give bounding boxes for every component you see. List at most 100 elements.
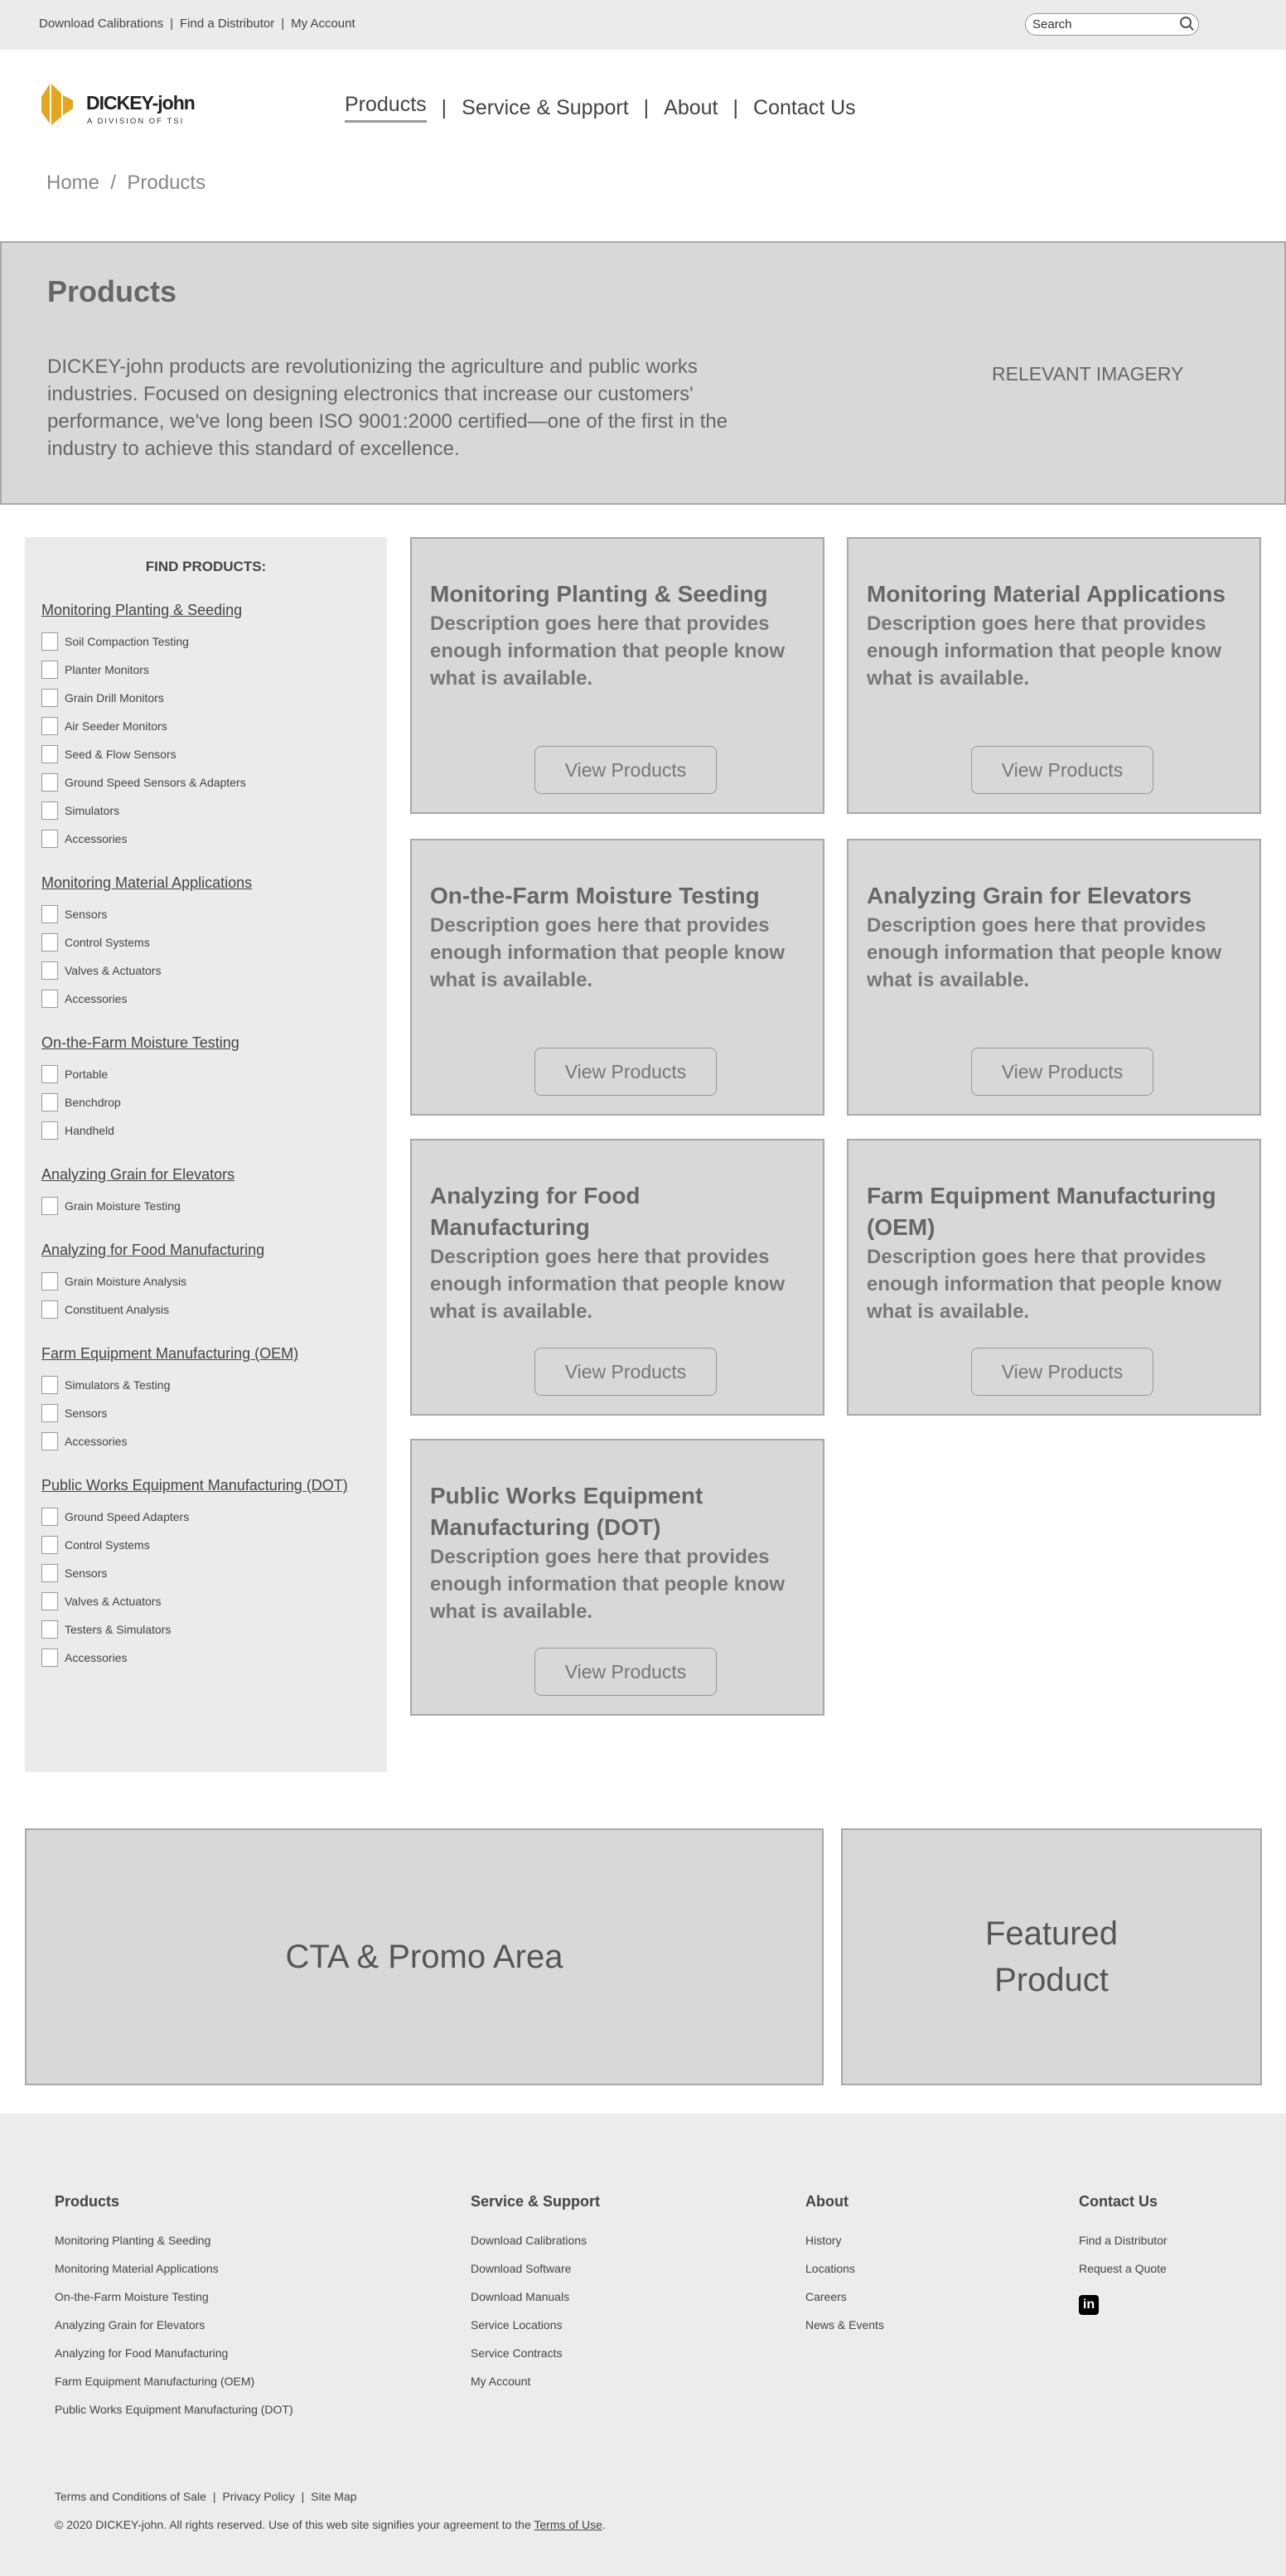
find-distributor-link[interactable]: Find a Distributor	[180, 17, 274, 31]
search-input[interactable]: Search	[1025, 13, 1199, 36]
checkbox[interactable]	[41, 1508, 58, 1526]
filter-checkbox-item[interactable]: Valves & Actuators	[41, 956, 370, 985]
checkbox[interactable]	[41, 1376, 58, 1394]
filter-section-title[interactable]: Analyzing for Food Manufacturing	[41, 1242, 370, 1259]
footer-link-text[interactable]: Service Locations	[471, 2318, 563, 2331]
filter-checkbox-item[interactable]: Soil Compaction Testing	[41, 627, 370, 656]
filter-checkbox-item[interactable]: Constituent Analysis	[41, 1295, 370, 1324]
checkbox[interactable]	[41, 1065, 58, 1083]
checkbox[interactable]	[41, 1197, 58, 1215]
checkbox[interactable]	[41, 1432, 58, 1450]
site-map-link[interactable]: Site Map	[311, 2490, 356, 2503]
filter-section-title[interactable]: Farm Equipment Manufacturing (OEM)	[41, 1345, 370, 1363]
checkbox[interactable]	[41, 1649, 58, 1667]
checkbox[interactable]	[41, 1300, 58, 1319]
checkbox[interactable]	[41, 745, 58, 763]
checkbox[interactable]	[41, 801, 58, 820]
filter-section-title[interactable]: On-the-Farm Moisture Testing	[41, 1034, 370, 1052]
checkbox[interactable]	[41, 961, 58, 980]
checkbox[interactable]	[41, 905, 58, 923]
filter-checkbox-item[interactable]: Seed & Flow Sensors	[41, 740, 370, 768]
footer-link-text[interactable]: My Account	[471, 2375, 530, 2388]
filter-checkbox-item[interactable]: Ground Speed Adapters	[41, 1503, 370, 1531]
filter-checkbox-item[interactable]: Handheld	[41, 1116, 370, 1145]
view-products-button[interactable]: View Products	[534, 1648, 717, 1696]
footer-link-text[interactable]: Find a Distributor	[1079, 2234, 1168, 2247]
footer-link-text[interactable]: Analyzing for Food Manufacturing	[55, 2346, 228, 2360]
filter-checkbox-item[interactable]: Accessories	[41, 1427, 370, 1455]
checkbox[interactable]	[41, 661, 58, 679]
view-products-button[interactable]: View Products	[534, 1348, 717, 1396]
filter-checkbox-item[interactable]: Accessories	[41, 1644, 370, 1672]
checkbox[interactable]	[41, 1404, 58, 1422]
nav-about[interactable]: About	[664, 96, 718, 120]
footer-link-text[interactable]: Download Calibrations	[471, 2234, 587, 2247]
filter-checkbox-item[interactable]: Simulators	[41, 797, 370, 825]
filter-checkbox-item[interactable]: Accessories	[41, 825, 370, 853]
checkbox[interactable]	[41, 717, 58, 735]
breadcrumb-home[interactable]: Home	[46, 172, 99, 194]
search-icon[interactable]	[1180, 17, 1192, 28]
featured-product[interactable]: Featured Product	[841, 1828, 1262, 2085]
checkbox[interactable]	[41, 1536, 58, 1554]
view-products-button[interactable]: View Products	[534, 1048, 717, 1096]
nav-products[interactable]: Products	[345, 93, 427, 123]
filter-section-title[interactable]: Monitoring Planting & Seeding	[41, 602, 370, 619]
filter-checkbox-item[interactable]: Grain Moisture Analysis	[41, 1267, 370, 1295]
view-products-button[interactable]: View Products	[971, 1348, 1153, 1396]
download-calibrations-link[interactable]: Download Calibrations	[39, 17, 163, 31]
linkedin-icon[interactable]: in	[1079, 2295, 1099, 2315]
filter-checkbox-item[interactable]: Accessories	[41, 985, 370, 1013]
nav-service-support[interactable]: Service & Support	[462, 96, 629, 120]
filter-checkbox-item[interactable]: Control Systems	[41, 1531, 370, 1559]
filter-checkbox-item[interactable]: Control Systems	[41, 928, 370, 956]
footer-link-text[interactable]: Monitoring Material Applications	[55, 2262, 219, 2275]
footer-link-text[interactable]: History	[805, 2234, 842, 2247]
footer-link-text[interactable]: Monitoring Planting & Seeding	[55, 2234, 210, 2247]
footer-link-text[interactable]: Public Works Equipment Manufacturing (DO…	[55, 2403, 293, 2416]
footer-link-text[interactable]: Download Software	[471, 2262, 571, 2275]
filter-checkbox-item[interactable]: Grain Drill Monitors	[41, 684, 370, 712]
checkbox[interactable]	[41, 1620, 58, 1639]
view-products-button[interactable]: View Products	[971, 1048, 1153, 1096]
footer-link-text[interactable]: Service Contracts	[471, 2346, 562, 2360]
footer-link-text[interactable]: News & Events	[805, 2318, 884, 2331]
filter-checkbox-item[interactable]: Planter Monitors	[41, 656, 370, 684]
checkbox[interactable]	[41, 689, 58, 707]
footer-link-text[interactable]: On-the-Farm Moisture Testing	[55, 2290, 209, 2303]
cta-promo-area[interactable]: CTA & Promo Area	[25, 1828, 824, 2085]
checkbox[interactable]	[41, 1592, 58, 1610]
filter-checkbox-item[interactable]: Sensors	[41, 1559, 370, 1587]
terms-of-use-link[interactable]: Terms of Use	[534, 2518, 602, 2531]
checkbox[interactable]	[41, 990, 58, 1008]
footer-link-text[interactable]: Farm Equipment Manufacturing (OEM)	[55, 2375, 254, 2388]
filter-checkbox-item[interactable]: Air Seeder Monitors	[41, 712, 370, 740]
checkbox[interactable]	[41, 830, 58, 848]
dickey-john-logo[interactable]: DICKEY-john A DIVISION OF TSI	[40, 82, 230, 127]
filter-checkbox-item[interactable]: Portable	[41, 1060, 370, 1088]
checkbox[interactable]	[41, 632, 58, 651]
checkbox[interactable]	[41, 1093, 58, 1111]
footer-link-text[interactable]: Locations	[805, 2262, 855, 2275]
footer-link-text[interactable]: Download Manuals	[471, 2290, 569, 2303]
checkbox[interactable]	[41, 933, 58, 951]
filter-checkbox-item[interactable]: Ground Speed Sensors & Adapters	[41, 768, 370, 797]
footer-link-text[interactable]: Careers	[805, 2290, 847, 2303]
privacy-policy-link[interactable]: Privacy Policy	[223, 2490, 295, 2503]
filter-section-title[interactable]: Analyzing Grain for Elevators	[41, 1166, 370, 1184]
checkbox[interactable]	[41, 1121, 58, 1140]
my-account-link[interactable]: My Account	[291, 17, 355, 31]
terms-of-sale-link[interactable]: Terms and Conditions of Sale	[55, 2490, 206, 2503]
filter-section-title[interactable]: Public Works Equipment Manufacturing (DO…	[41, 1477, 370, 1494]
filter-checkbox-item[interactable]: Sensors	[41, 1399, 370, 1427]
filter-checkbox-item[interactable]: Testers & Simulators	[41, 1615, 370, 1644]
footer-link-text[interactable]: Analyzing Grain for Elevators	[55, 2318, 205, 2331]
filter-checkbox-item[interactable]: Benchdrop	[41, 1088, 370, 1116]
footer-link-text[interactable]: Request a Quote	[1079, 2262, 1167, 2275]
filter-checkbox-item[interactable]: Grain Moisture Testing	[41, 1192, 370, 1220]
nav-contact-us[interactable]: Contact Us	[753, 96, 856, 120]
filter-checkbox-item[interactable]: Simulators & Testing	[41, 1371, 370, 1399]
view-products-button[interactable]: View Products	[534, 746, 717, 794]
filter-checkbox-item[interactable]: Sensors	[41, 900, 370, 928]
checkbox[interactable]	[41, 773, 58, 792]
